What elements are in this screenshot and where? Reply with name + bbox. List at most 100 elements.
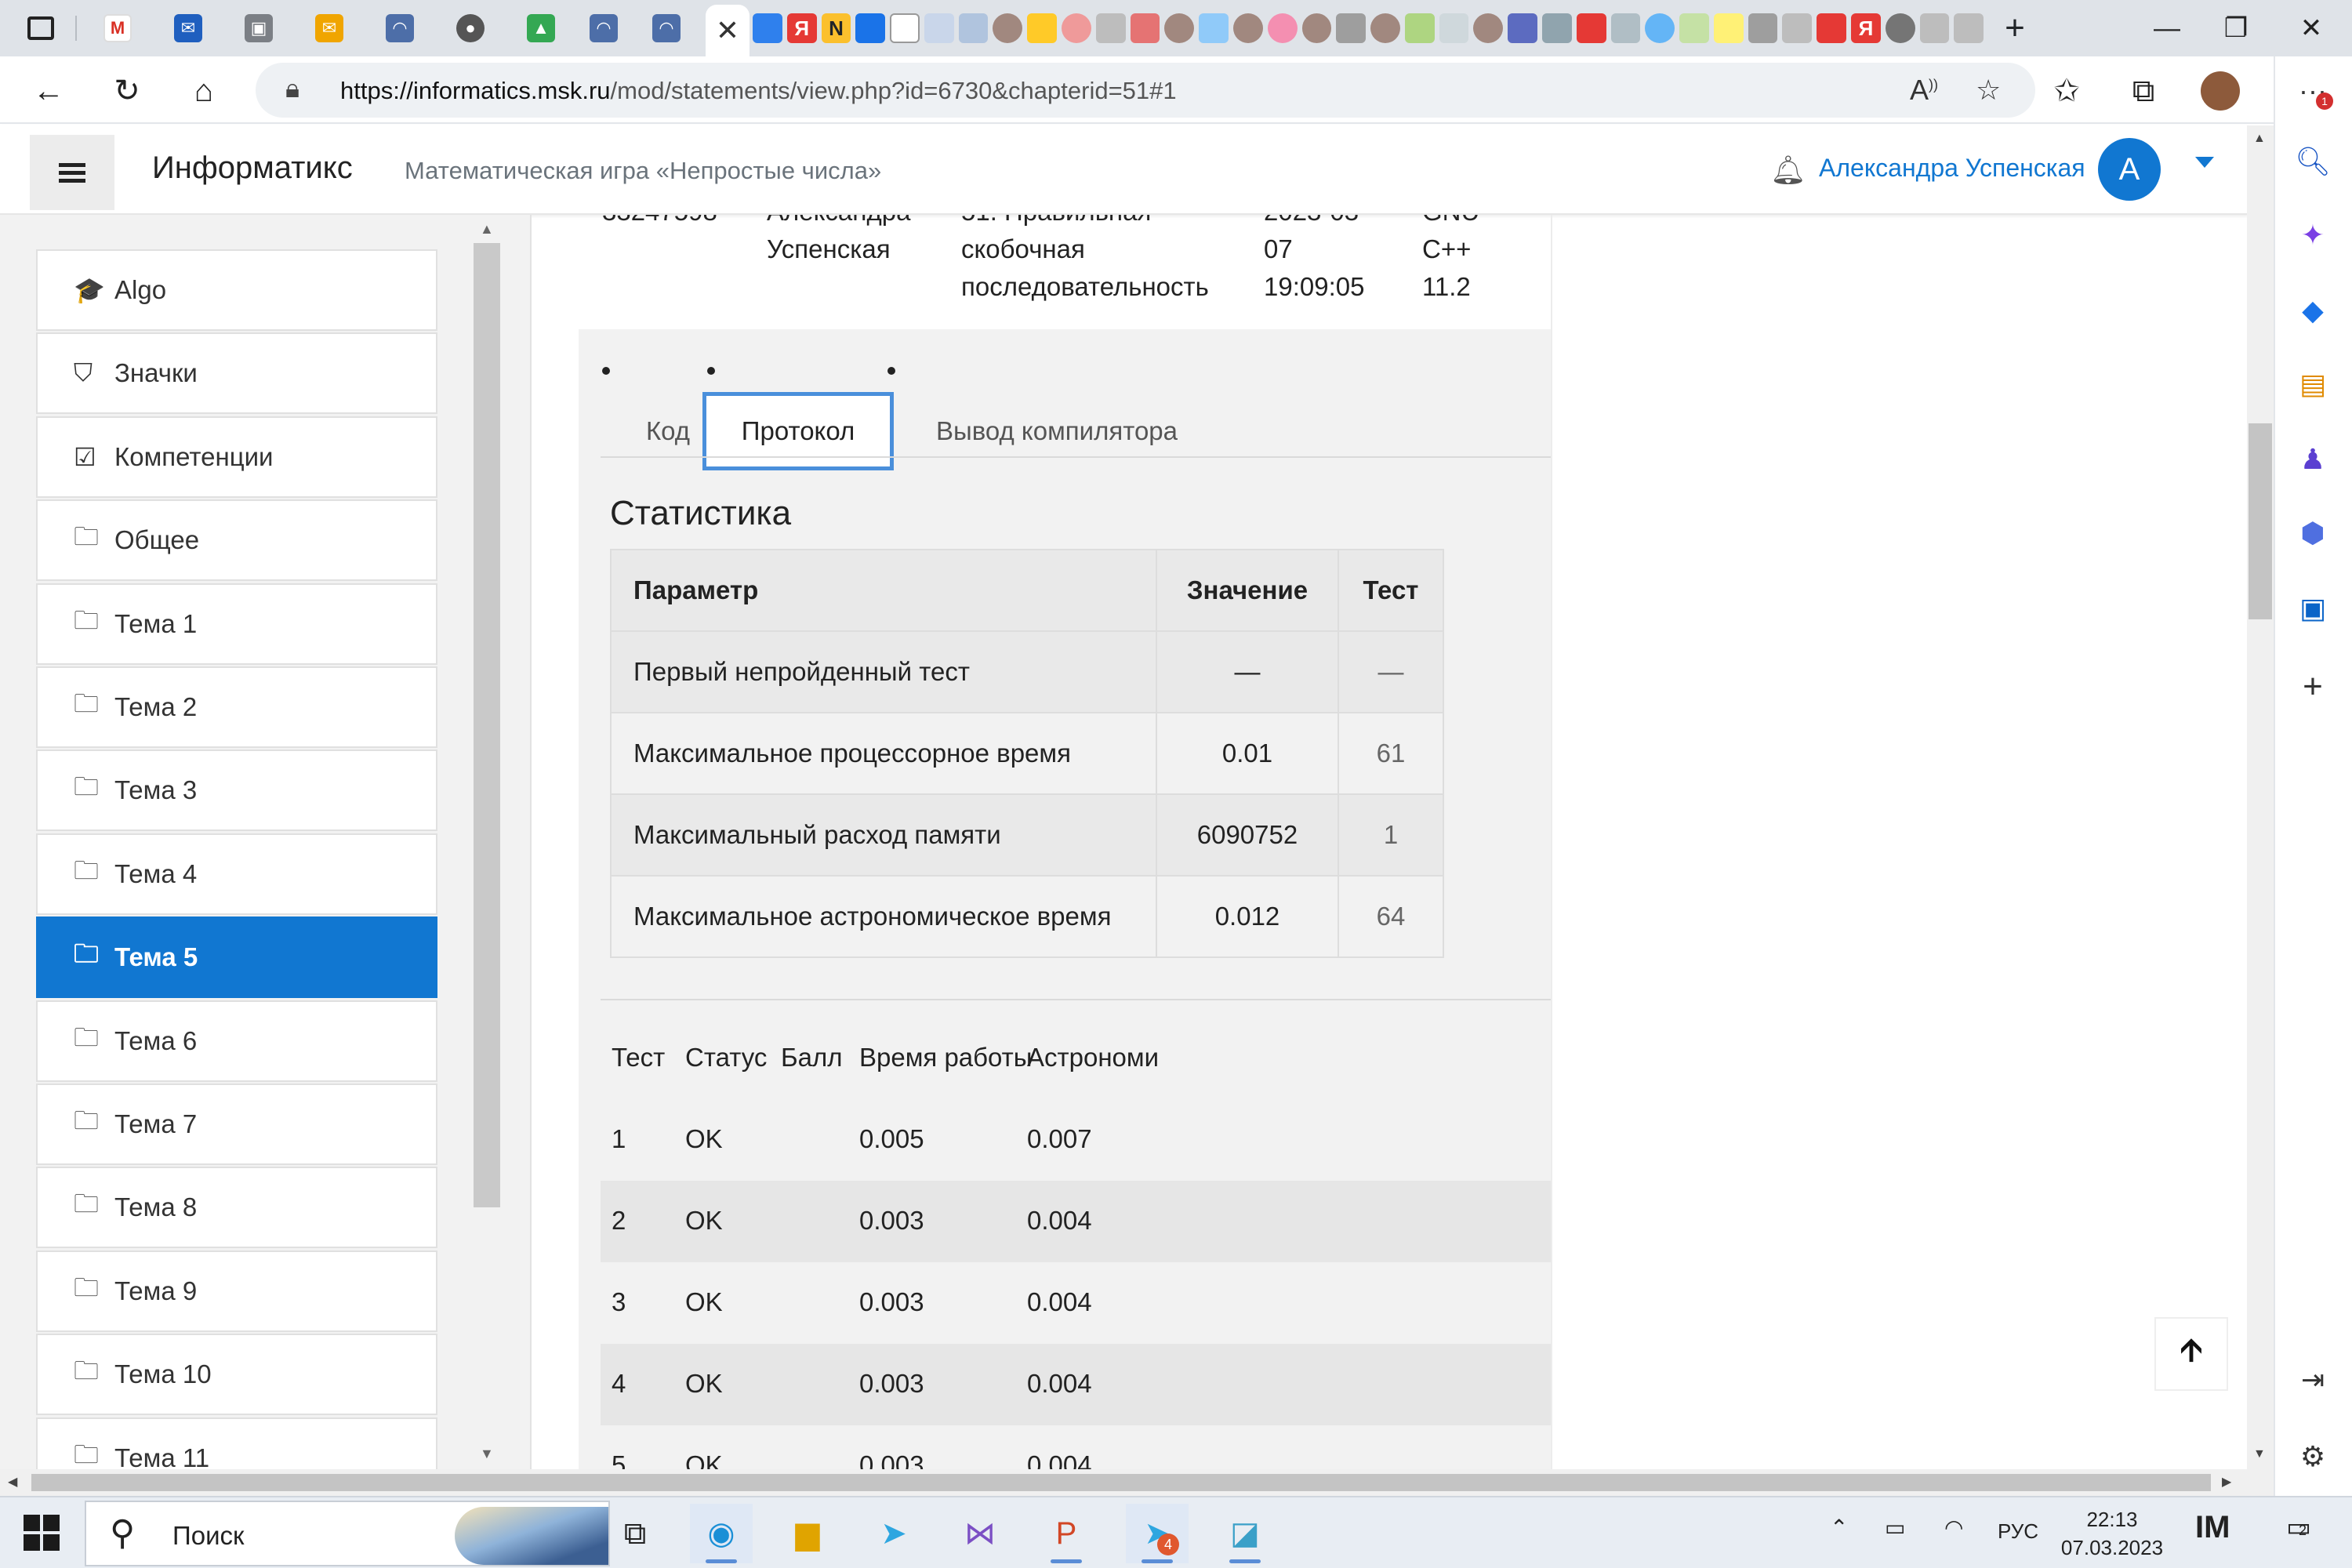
favicon-icon[interactable] [1336, 13, 1367, 43]
sidebar-item[interactable]: 🗀 Тема 5 [36, 916, 437, 998]
edge-notification-icon[interactable]: ··· 1 [2291, 69, 2335, 113]
favicon-icon[interactable] [1095, 13, 1126, 43]
yandex-icon[interactable]: Я [786, 13, 817, 43]
url-text[interactable]: https://informatics.msk.ru/mod/statement… [340, 77, 1177, 105]
stats-cell[interactable]: 61 [1338, 712, 1444, 795]
site-name[interactable]: Информатикс [152, 151, 353, 186]
lock-icon[interactable]: 🔒︎ [285, 74, 299, 104]
refresh-button[interactable]: ↻ [102, 66, 152, 116]
toolbox-icon[interactable]: ▤ [2291, 362, 2335, 406]
read-aloud-icon[interactable]: A)) [1910, 74, 1938, 107]
favicon-icon[interactable] [1164, 13, 1195, 43]
restore-button[interactable]: ❐ [2201, 0, 2270, 56]
sidebar-item[interactable]: 🎓 Algo [36, 249, 437, 331]
close-window-button[interactable]: ✕ [2270, 0, 2352, 56]
favicon-icon[interactable] [1782, 13, 1813, 43]
favicon-icon[interactable] [924, 13, 954, 43]
collections-icon[interactable]: ⧉ [2118, 66, 2169, 116]
scroll-down-arrow-icon[interactable]: ▼ [480, 1446, 494, 1462]
page-scroll-thumb[interactable] [2249, 423, 2272, 619]
tab-contacts[interactable]: ▣ [235, 6, 282, 50]
add-icon[interactable]: + [2291, 665, 2335, 709]
tab-edge-page[interactable]: ◠ [376, 6, 423, 50]
favicon-icon[interactable] [1130, 13, 1160, 43]
sidebar-item[interactable]: 🗀 Тема 8 [36, 1167, 437, 1248]
favicon-icon[interactable] [1885, 13, 1915, 43]
user-menu-name[interactable]: Александра Успенская [1819, 154, 2085, 183]
favicon-icon[interactable] [1679, 13, 1709, 43]
favicon-icon[interactable] [1645, 13, 1675, 43]
submission-user[interactable]: Александра Успенская [767, 215, 910, 268]
bell-icon[interactable]: 🔔︎ [1770, 154, 1806, 187]
caret-down-icon[interactable] [2195, 157, 2214, 168]
favicon-icon[interactable] [993, 13, 1023, 43]
minimize-button[interactable]: — [2132, 0, 2201, 56]
favicon-icon[interactable] [890, 13, 920, 43]
sidebar-item[interactable]: 🗀 Тема 6 [36, 1000, 437, 1082]
app-tray-icon[interactable]: IM [2195, 1510, 2230, 1545]
show-hidden-icons[interactable]: ⌃ [1830, 1515, 1848, 1541]
favicon-icon[interactable] [1439, 13, 1469, 43]
language-indicator[interactable]: РУС [1998, 1519, 2038, 1544]
sidebar-item[interactable]: 🗀 Тема 10 [36, 1334, 437, 1415]
favicon-icon[interactable] [855, 13, 886, 43]
favicon-icon[interactable] [1473, 13, 1504, 43]
taskbar-search[interactable]: ⚲ Поиск [85, 1501, 610, 1566]
favicon-icon[interactable] [1267, 13, 1298, 43]
n-icon[interactable]: N [821, 13, 851, 43]
menu-toggle-button[interactable] [30, 135, 114, 210]
favicon-icon[interactable] [753, 13, 782, 43]
favicon-icon[interactable] [1062, 13, 1091, 43]
powerpoint-icon[interactable]: P [1035, 1504, 1098, 1563]
wifi-icon[interactable]: ◠ [1944, 1515, 1963, 1541]
tab-close-icon[interactable]: ✕ [716, 14, 739, 47]
clock[interactable]: 22:13 07.03.2023 [2042, 1505, 2183, 1562]
favicon-icon[interactable] [1541, 13, 1572, 43]
scroll-left-arrow-icon[interactable]: ◀ [8, 1474, 17, 1490]
tab-github[interactable]: ● [447, 6, 494, 50]
scroll-right-arrow-icon[interactable]: ▶ [2222, 1474, 2231, 1490]
sidebar-item[interactable]: 🗀 Тема 2 [36, 666, 437, 748]
sidebar-item[interactable]: 🗀 Тема 9 [36, 1250, 437, 1332]
search-icon[interactable]: 🔍︎ [2291, 140, 2335, 183]
battery-icon[interactable]: ▭ [1885, 1515, 1905, 1541]
office-icon[interactable]: ⬢ [2291, 511, 2335, 555]
gear-icon[interactable]: ⚙ [2291, 1435, 2335, 1479]
sparkle-icon[interactable]: ✦ [2291, 213, 2335, 257]
tag-icon[interactable]: ◆ [2291, 289, 2335, 332]
scroll-up-arrow-icon[interactable]: ▲ [480, 221, 494, 238]
sidebar-item[interactable]: 🗀 Тема 3 [36, 750, 437, 831]
sidebar-item[interactable]: 🗀 Тема 1 [36, 583, 437, 665]
back-button[interactable]: ← [24, 66, 74, 116]
telegram-icon[interactable]: ➤ [862, 1504, 925, 1563]
favicon-icon[interactable] [1370, 13, 1400, 43]
url-input[interactable]: 🔒︎ https://informatics.msk.ru/mod/statem… [256, 63, 2035, 118]
hide-sidebar-icon[interactable]: ⇥ [2291, 1358, 2335, 1402]
avatar[interactable]: A [2098, 138, 2161, 201]
visual-studio-icon[interactable]: ⋈ [949, 1504, 1011, 1563]
tab-outlook[interactable]: ✉ [165, 6, 212, 50]
stats-cell[interactable]: 1 [1338, 793, 1444, 877]
notifications-icon[interactable]: ▭ 2 [2286, 1512, 2311, 1543]
favicon-icon[interactable] [1713, 13, 1744, 43]
tab-gmail[interactable]: M [94, 6, 141, 50]
wikipedia-icon[interactable] [1954, 13, 1984, 43]
tab-drive[interactable]: ▲ [517, 6, 564, 50]
games-icon[interactable]: ♟ [2291, 437, 2335, 481]
sidebar-item[interactable]: 🗀 Общее [36, 499, 437, 581]
pdf-icon[interactable] [1817, 13, 1847, 43]
scroll-down-arrow-icon[interactable]: ▼ [2253, 1447, 2266, 1461]
stats-cell[interactable]: 64 [1338, 875, 1444, 958]
back-to-top-button[interactable]: 🡩 [2154, 1317, 2228, 1391]
task-view-icon[interactable]: ⧉ [604, 1504, 666, 1563]
sidebar-item[interactable]: ⛉ Значки [36, 332, 437, 414]
telegram-desktop-icon[interactable]: ➤ 4 [1126, 1504, 1189, 1563]
new-tab-button[interactable]: + [1991, 6, 2038, 50]
scroll-up-arrow-icon[interactable]: ▲ [2253, 132, 2266, 146]
windows-start-icon[interactable] [24, 1515, 60, 1551]
course-name[interactable]: Математическая игра «Непростые числа» [405, 157, 881, 185]
favicon-icon[interactable] [1199, 13, 1229, 43]
horizontal-scroll-thumb[interactable] [31, 1474, 2211, 1491]
submission-problem[interactable]: 51. Правильная скобочная последовательно… [961, 215, 1209, 306]
tab-yandex-mail[interactable]: ✉ [306, 6, 353, 50]
